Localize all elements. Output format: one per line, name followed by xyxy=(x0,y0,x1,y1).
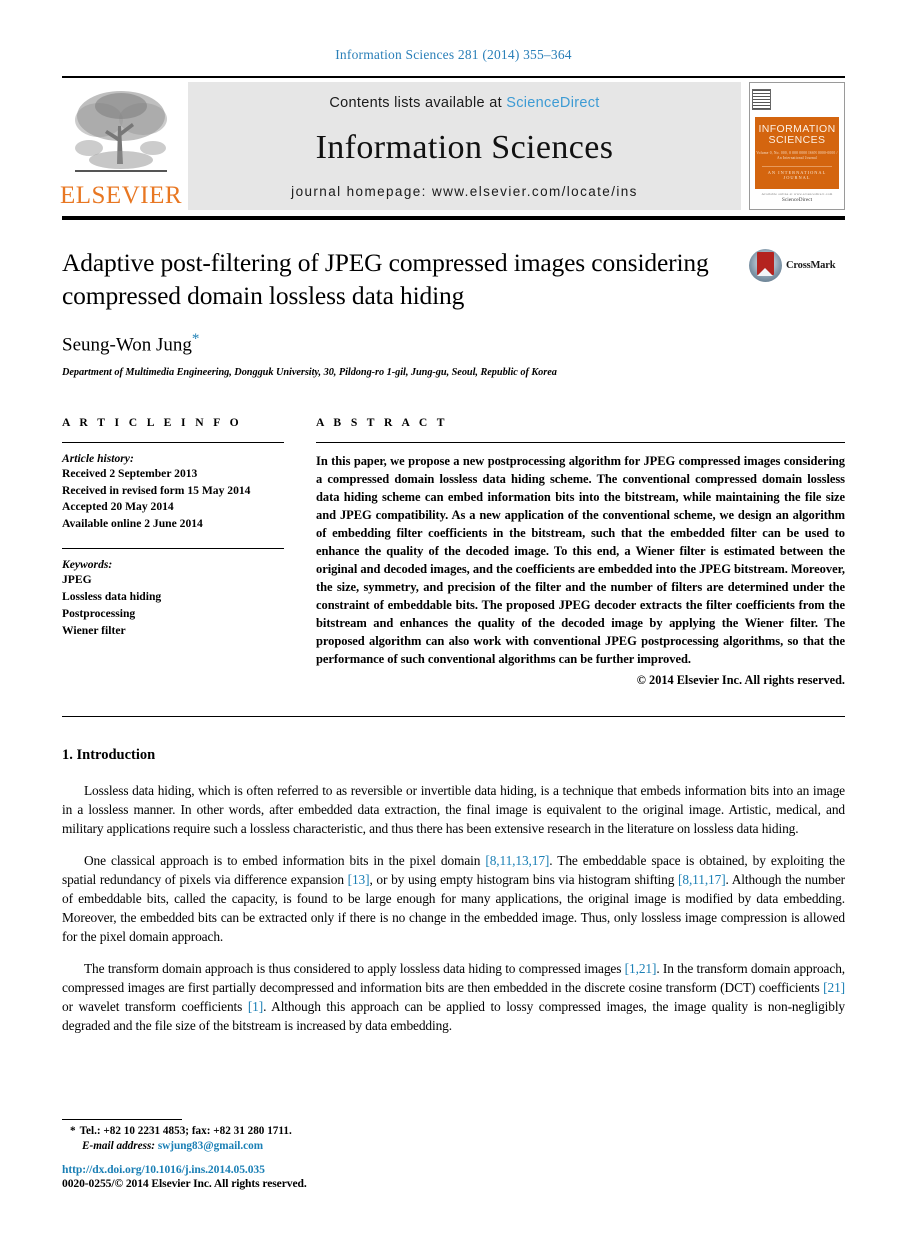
journal-title: Information Sciences xyxy=(315,128,614,166)
doi-area: http://dx.doi.org/10.1016/j.ins.2014.05.… xyxy=(62,1163,307,1190)
history-item: Accepted 20 May 2014 xyxy=(62,500,174,514)
keyword-item: Wiener filter xyxy=(62,624,126,638)
journal-homepage-link[interactable]: journal homepage: www.elsevier.com/locat… xyxy=(291,184,638,199)
elsevier-logo: ELSEVIER xyxy=(59,82,183,210)
footnote-tel: * Tel.: +82 10 2231 4853; fax: +82 31 280… xyxy=(62,1125,845,1137)
cover-title-line2: SCIENCES xyxy=(768,134,826,147)
paragraph-text: One classical approach is to embed infor… xyxy=(84,852,486,868)
crossmark-badge-group[interactable]: CrossMark xyxy=(749,248,845,282)
section-title-introduction: 1. Introduction xyxy=(62,746,156,763)
footnote-rule xyxy=(62,1119,182,1120)
keyword-item: JPEG xyxy=(62,573,92,587)
elsevier-tree-icon xyxy=(75,91,167,172)
journal-cover-thumbnail: INFORMATION SCIENCES Volume 0, No. 000, … xyxy=(749,82,845,210)
article-history-title: Article history: xyxy=(62,451,134,465)
crossmark-icon xyxy=(749,248,782,282)
footnote-tel-text: Tel.: +82 10 2231 4853; fax: +82 31 280 … xyxy=(79,1125,292,1137)
article-info-rule xyxy=(62,441,284,443)
paragraph-text: Lossless data hiding, which is often ref… xyxy=(62,782,845,836)
footnote-marker: * xyxy=(70,1125,76,1137)
article-info-column: A R T I C L E I N F O Article history: R… xyxy=(62,416,284,688)
contents-available-line: Contents lists available at ScienceDirec… xyxy=(329,95,599,111)
paper-page: Information Sciences 281 (2014) 355–364 xyxy=(0,0,907,1238)
paragraph-text: or wavelet transform coefficients xyxy=(62,998,248,1014)
issn-copyright-line: 0020-0255/© 2014 Elsevier Inc. All right… xyxy=(62,1177,307,1190)
info-abstract-row: A R T I C L E I N F O Article history: R… xyxy=(62,416,845,688)
keywords-rule xyxy=(62,548,284,550)
page-title: Adaptive post-filtering of JPEG compress… xyxy=(62,248,709,311)
footnote-email: E-mail address: swjung83@gmail.com xyxy=(62,1140,845,1152)
title-block: Adaptive post-filtering of JPEG compress… xyxy=(62,246,845,378)
body-paragraph: Lossless data hiding, which is often ref… xyxy=(62,781,845,838)
history-item: Received in revised form 15 May 2014 xyxy=(62,483,251,497)
citation-link[interactable]: [8,11,17] xyxy=(678,872,726,887)
elsevier-wordmark: ELSEVIER xyxy=(59,182,183,209)
history-item: Received 2 September 2013 xyxy=(62,466,198,480)
email-link[interactable]: swjung83@gmail.com xyxy=(158,1140,263,1152)
abstract-heading: A B S T R A C T xyxy=(316,415,448,429)
keyword-item: Lossless data hiding xyxy=(62,590,162,604)
article-info-heading: A R T I C L E I N F O xyxy=(62,415,243,429)
citation-link[interactable]: [21] xyxy=(823,980,845,995)
abstract-section-end-rule xyxy=(62,715,845,717)
paragraph-text: , or by using empty histogram bins via h… xyxy=(369,871,679,887)
paragraph-text: The transform domain approach is thus co… xyxy=(84,960,625,976)
cover-bottom-caption: Available online at www.sciencedirect.co… xyxy=(761,192,832,203)
history-item: Available online 2 June 2014 xyxy=(62,517,203,531)
masthead-center-panel: Contents lists available at ScienceDirec… xyxy=(188,82,741,210)
cover-subtitle: Volume 0, No. 000, 0 000 0000 ISSN 0000-… xyxy=(756,150,838,160)
citation-link[interactable]: [13] xyxy=(348,872,370,887)
keyword-item: Postprocessing xyxy=(62,607,136,621)
abstract-copyright: © 2014 Elsevier Inc. All rights reserved… xyxy=(636,672,845,687)
author-name-text: Seung-Won Jung xyxy=(62,334,192,356)
cover-footer-band: AN INTERNATIONAL JOURNAL xyxy=(762,166,832,180)
masthead-bottom-rule xyxy=(62,216,845,220)
cover-title-band: INFORMATION SCIENCES Volume 0, No. 000, … xyxy=(755,117,839,190)
journal-masthead: ELSEVIER Contents lists available at Sci… xyxy=(59,82,845,210)
contents-prefix: Contents lists available at xyxy=(329,95,507,111)
doi-link[interactable]: http://dx.doi.org/10.1016/j.ins.2014.05.… xyxy=(62,1163,307,1176)
citation-link[interactable]: [8,11,13,17] xyxy=(485,853,549,868)
author-name: Seung-Won Jung* xyxy=(62,331,745,356)
abstract-rule xyxy=(316,441,845,443)
sciencedirect-link[interactable]: ScienceDirect xyxy=(506,95,599,111)
keywords-block: Keywords: JPEG Lossless data hiding Post… xyxy=(62,558,284,640)
footnote-area: * Tel.: +82 10 2231 4853; fax: +82 31 280… xyxy=(62,1119,845,1152)
cover-bottom-line1: Available online at www.sciencedirect.co… xyxy=(761,192,833,196)
crossmark-label: CrossMark xyxy=(786,259,836,271)
body-paragraph: The transform domain approach is thus co… xyxy=(62,959,845,1035)
citation-link[interactable]: [1,21] xyxy=(625,961,657,976)
article-history-block: Article history: Received 2 September 20… xyxy=(62,452,284,534)
citation-link[interactable]: [1] xyxy=(248,999,263,1014)
email-label: E-mail address: xyxy=(82,1140,156,1152)
introduction-paragraphs: Lossless data hiding, which is often ref… xyxy=(62,781,845,1035)
author-affiliation: Department of Multimedia Engineering, Do… xyxy=(62,366,557,378)
abstract-column: A B S T R A C T In this paper, we propos… xyxy=(316,416,845,688)
keywords-title: Keywords: xyxy=(62,558,113,572)
cover-bottom-brand: ScienceDirect xyxy=(781,197,813,203)
abstract-text: In this paper, we propose a new postproc… xyxy=(316,453,845,666)
running-head: Information Sciences 281 (2014) 355–364 xyxy=(335,47,572,62)
body-paragraph: One classical approach is to embed infor… xyxy=(62,851,845,946)
masthead-top-rule xyxy=(62,76,845,78)
cover-elsevier-mark-icon xyxy=(752,89,771,110)
author-footnote-marker[interactable]: * xyxy=(192,331,200,347)
